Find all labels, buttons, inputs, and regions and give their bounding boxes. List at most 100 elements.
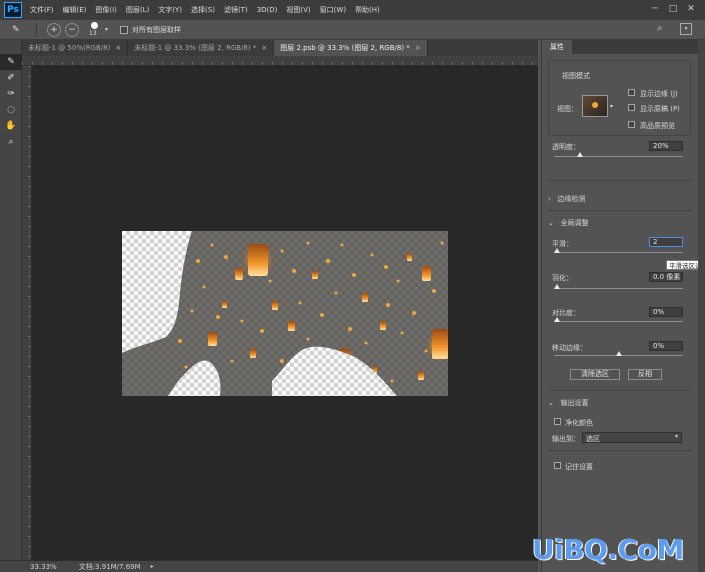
- output-settings-label: 输出设置: [560, 399, 589, 407]
- feather-slider-track[interactable]: [554, 288, 683, 289]
- minimize-icon[interactable]: ─: [648, 2, 662, 16]
- toolbar-grip: [0, 40, 21, 54]
- high-quality-checkbox[interactable]: [628, 121, 635, 128]
- shift-edge-field[interactable]: [649, 341, 683, 351]
- erase-refinements-icon: ✑: [7, 89, 15, 99]
- canvas-area[interactable]: [32, 66, 538, 560]
- invert-button[interactable]: 反相: [628, 369, 662, 380]
- hand-tool[interactable]: ✋: [0, 118, 22, 134]
- sample-all-layers-checkbox[interactable]: [120, 25, 129, 34]
- output-to-label: 输出到：: [552, 435, 580, 443]
- remember-settings-label: 记住设置: [565, 463, 593, 471]
- menu-select[interactable]: 选择(S): [191, 5, 215, 15]
- smooth-field[interactable]: [649, 237, 683, 247]
- opacity-field[interactable]: [649, 141, 683, 151]
- tab-properties[interactable]: 属性: [542, 40, 572, 54]
- menu-view[interactable]: 视图(V): [286, 5, 310, 15]
- edge-detection-section[interactable]: › 边缘检测: [548, 194, 586, 204]
- menu-layer[interactable]: 图层(L): [126, 5, 149, 15]
- chevron-down-icon: ⌄: [548, 219, 554, 227]
- add-to-selection-icon[interactable]: +: [47, 22, 61, 37]
- thumbnail-glow: [592, 102, 598, 108]
- panel-collapse-strip[interactable]: [698, 40, 705, 572]
- section-divider: [548, 390, 692, 391]
- brush-picker[interactable]: 13: [87, 21, 103, 38]
- edge-detection-label: 边缘检测: [557, 195, 586, 203]
- tab-layer2-psb[interactable]: 图层 2.psb @ 33.3% (图层 2, RGB/8) * ×: [274, 40, 428, 56]
- close-window-icon[interactable]: ✕: [684, 2, 698, 16]
- output-to-select[interactable]: 选区 ▾: [582, 432, 682, 443]
- site-watermark: UiBQ.CoM: [532, 533, 684, 566]
- menu-window[interactable]: 窗口(W): [320, 5, 346, 15]
- menu-file[interactable]: 文件(F): [30, 5, 54, 15]
- lantern: [240, 242, 276, 278]
- status-bar: 33.33% 文档:3.91M/7.69M ▸: [0, 560, 538, 572]
- menu-type[interactable]: 文字(Y): [158, 5, 182, 15]
- chevron-down-icon[interactable]: ▾: [105, 26, 108, 33]
- status-arrow-icon[interactable]: ▸: [151, 563, 154, 570]
- smooth-slider-track[interactable]: [554, 252, 683, 253]
- document-canvas[interactable]: [122, 231, 448, 396]
- chevron-down-icon: ⌄: [548, 399, 554, 407]
- output-settings-section[interactable]: ⌄ 输出设置: [548, 398, 589, 408]
- hand-icon: ✋: [5, 121, 17, 131]
- menu-3d[interactable]: 3D(D): [257, 6, 278, 14]
- menu-help[interactable]: 帮助(H): [355, 5, 380, 15]
- global-refinements-section[interactable]: ⌄ 全局调整: [548, 218, 589, 228]
- document-info: 文档:3.91M/7.69M: [78, 562, 141, 571]
- menu-bar: Ps 文件(F) 编辑(E) 图像(I) 图层(L) 文字(Y) 选择(S) 滤…: [0, 0, 705, 20]
- contrast-field[interactable]: [649, 307, 683, 317]
- search-icon[interactable]: ⌕: [657, 23, 663, 34]
- view-dropdown-icon[interactable]: ▾: [610, 103, 613, 110]
- lantern: [332, 347, 356, 371]
- horizontal-ruler: [22, 56, 538, 66]
- zoom-level[interactable]: 33.33%: [30, 563, 57, 571]
- options-bar: ✎ + − 13 ▾ 对所有图层取样 ⌕ ▾: [0, 20, 705, 40]
- close-icon[interactable]: ×: [415, 44, 421, 52]
- properties-panel: 属性 视图模式 视图： ▾ 显示边缘 (J) 显示原稿 (P) 高品质预览 透明…: [541, 40, 705, 572]
- refine-radius-tool[interactable]: ✐: [0, 70, 22, 86]
- document-tabs: 未标题-1 @ 50%(RGB/8) × 未标题-1 @ 33.3% (图层 2,…: [22, 40, 538, 56]
- lantern-image: [122, 231, 448, 396]
- opacity-slider-track[interactable]: [554, 156, 683, 157]
- menu-filter[interactable]: 滤镜(T): [224, 5, 248, 15]
- opacity-slider-thumb[interactable]: [576, 152, 583, 157]
- smooth-slider-thumb[interactable]: [554, 248, 560, 253]
- section-divider: [548, 210, 692, 211]
- view-thumbnail[interactable]: [582, 95, 608, 117]
- brush-tool-icon[interactable]: ✎: [12, 25, 28, 35]
- chevron-down-icon: ▾: [674, 433, 678, 440]
- workspace-icon[interactable]: ▾: [680, 23, 692, 35]
- feather-field[interactable]: [649, 272, 683, 282]
- show-edge-label: 显示边缘 (J): [640, 90, 678, 98]
- feather-label: 羽化：: [552, 274, 573, 282]
- zoom-tool[interactable]: ⌕: [0, 134, 22, 150]
- photoshop-logo: Ps: [4, 2, 22, 18]
- decontaminate-checkbox[interactable]: [554, 418, 561, 425]
- quick-selection-tool[interactable]: ✎: [0, 54, 22, 70]
- tab-untitled-33[interactable]: 未标题-1 @ 33.3% (图层 2, RGB/8) * ×: [128, 40, 275, 56]
- feather-slider-thumb[interactable]: [554, 284, 560, 289]
- zoom-icon: ⌕: [8, 137, 14, 147]
- show-original-checkbox[interactable]: [628, 104, 635, 111]
- erase-refinements-tool[interactable]: ✑: [0, 86, 22, 102]
- shift-edge-slider-thumb[interactable]: [616, 351, 622, 356]
- sample-all-layers-label: 对所有图层取样: [132, 25, 182, 34]
- show-edge-checkbox[interactable]: [628, 89, 635, 96]
- lasso-tool[interactable]: ◌: [0, 102, 22, 118]
- brush-size-value: 13: [89, 29, 97, 37]
- contrast-slider-thumb[interactable]: [554, 317, 560, 322]
- subtract-from-selection-icon[interactable]: −: [65, 22, 79, 37]
- menu-image[interactable]: 图像(I): [95, 5, 117, 15]
- maximize-icon[interactable]: □: [666, 2, 680, 16]
- menu-edit[interactable]: 编辑(E): [63, 5, 87, 15]
- refine-radius-icon: ✐: [7, 73, 15, 83]
- decontaminate-label: 净化颜色: [565, 419, 593, 427]
- contrast-slider-track[interactable]: [554, 321, 683, 322]
- close-icon[interactable]: ×: [261, 44, 267, 52]
- tab-untitled-50[interactable]: 未标题-1 @ 50%(RGB/8) ×: [22, 40, 129, 56]
- brush-dot-icon: [91, 21, 98, 29]
- close-icon[interactable]: ×: [115, 44, 121, 52]
- remember-settings-checkbox[interactable]: [554, 462, 561, 469]
- clear-selection-button[interactable]: 清除选区: [570, 369, 620, 380]
